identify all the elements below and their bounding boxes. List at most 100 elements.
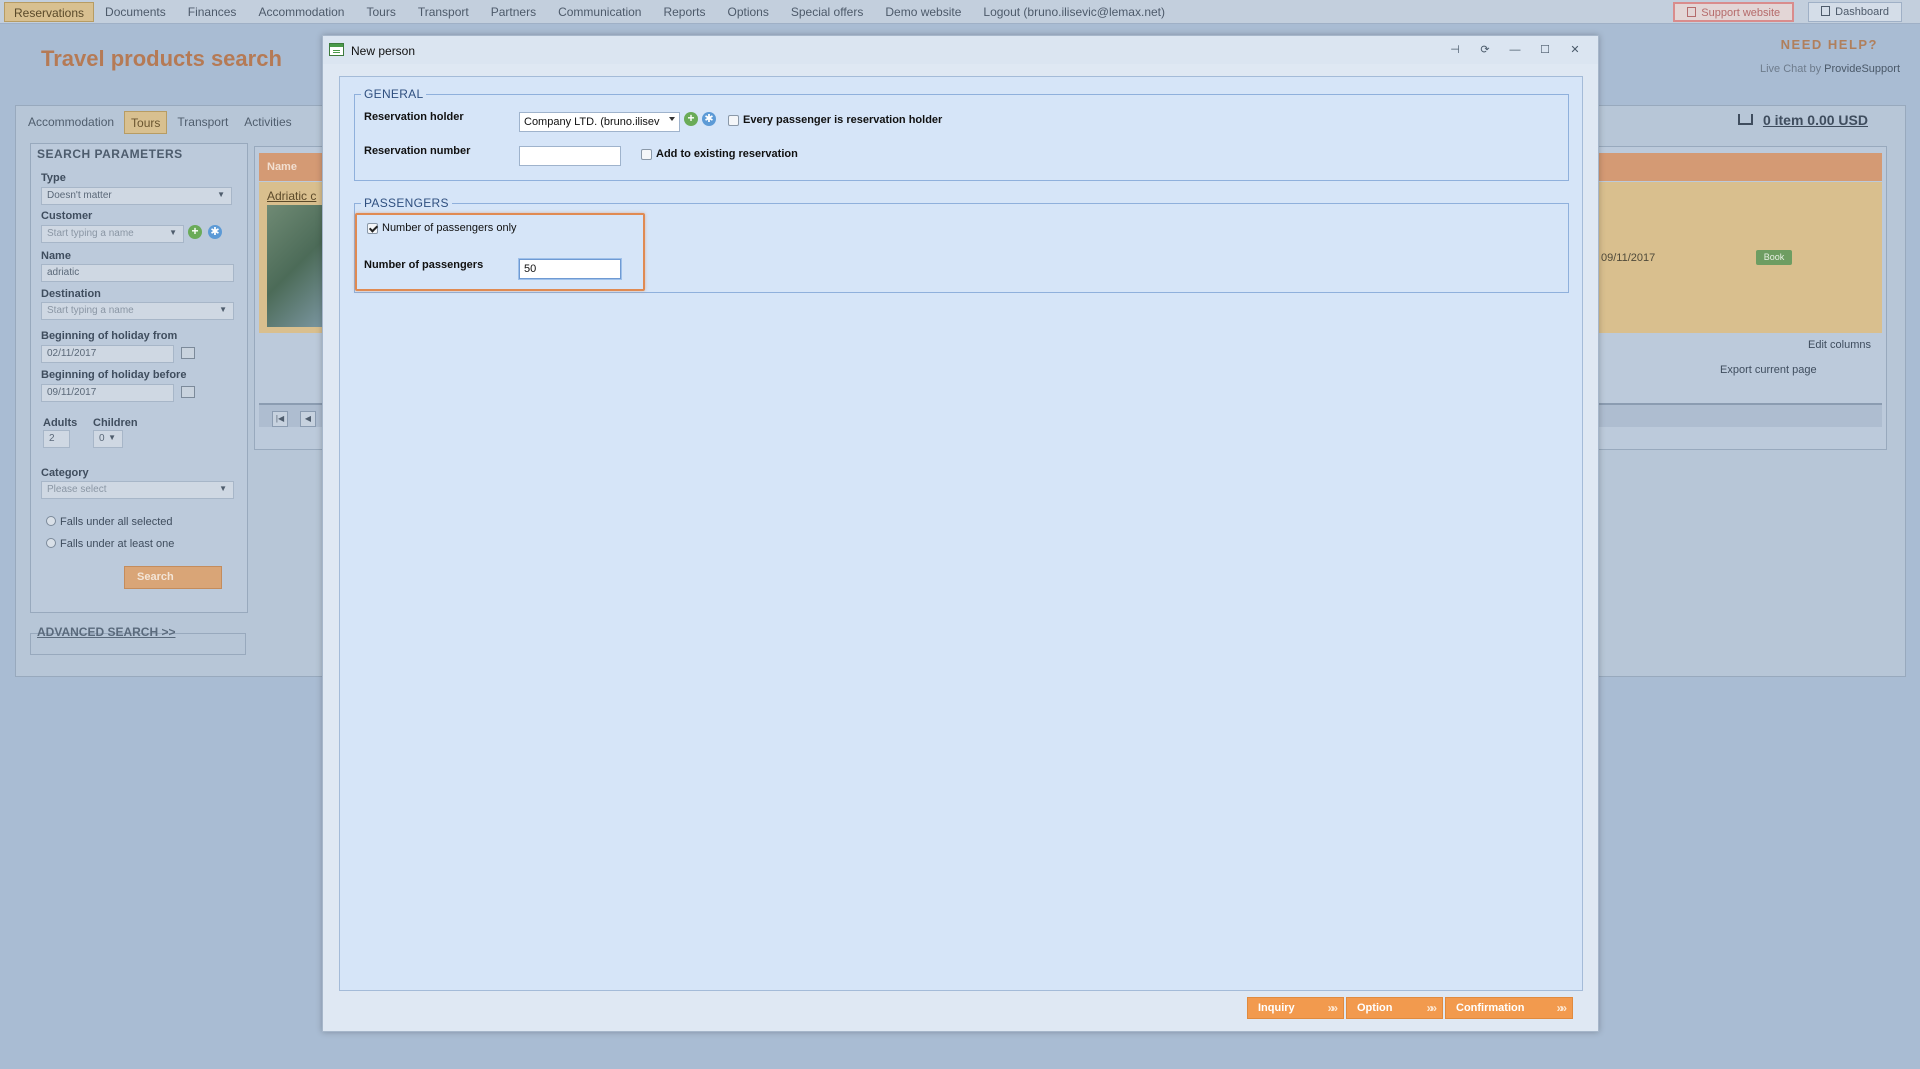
chevron-down-icon: ▼ <box>219 305 227 314</box>
cart-summary[interactable]: 0 item 0.00 USD <box>1737 112 1868 128</box>
reservation-number-input[interactable] <box>519 146 621 166</box>
chevron-down-icon: ▼ <box>108 433 116 442</box>
menu-accommodation[interactable]: Accommodation <box>247 2 355 22</box>
holiday-from-input[interactable]: 02/11/2017 <box>41 345 174 363</box>
name-label: Name <box>41 250 71 262</box>
category-select[interactable]: Please select ▼ <box>41 481 234 499</box>
result-date: 09/11/2017 <box>1601 252 1656 264</box>
checkbox-icon <box>728 114 739 126</box>
edit-columns-link[interactable]: Edit columns <box>1808 339 1871 351</box>
every-passenger-checkbox[interactable]: Every passenger is reservation holder <box>728 114 942 126</box>
cart-total: 0 item 0.00 USD <box>1762 112 1868 128</box>
settings-icon[interactable]: ✱ <box>208 225 222 239</box>
add-holder-icon[interactable]: + <box>684 112 698 126</box>
destination-label: Destination <box>41 288 101 300</box>
adults-input[interactable]: 2 <box>43 430 70 448</box>
need-help-heading: NEED HELP? <box>1780 37 1878 52</box>
type-label: Type <box>41 172 66 184</box>
result-name-link[interactable]: Adriatic c <box>267 189 316 203</box>
category-placeholder: Please select <box>47 484 107 495</box>
menu-documents[interactable]: Documents <box>94 2 177 22</box>
tab-transport[interactable]: Transport <box>171 111 234 134</box>
menu-options[interactable]: Options <box>717 2 780 22</box>
checkbox-icon <box>641 148 652 160</box>
first-page-icon[interactable]: |◀ <box>272 411 288 427</box>
customer-input[interactable]: Start typing a name ▼ <box>41 225 184 243</box>
radio-falls-under-all[interactable]: Falls under all selected <box>46 516 173 528</box>
inquiry-label: Inquiry <box>1258 1002 1295 1014</box>
calendar-icon[interactable] <box>181 347 195 359</box>
category-label: Category <box>41 467 89 479</box>
dialog-titlebar[interactable]: New person ⊣ ⟳ — ☐ ✕ <box>323 36 1598 64</box>
children-select[interactable]: 0 ▼ <box>93 430 123 448</box>
dashboard-label: Dashboard <box>1835 6 1889 18</box>
tab-accommodation[interactable]: Accommodation <box>22 111 120 134</box>
dashboard-button[interactable]: Dashboard <box>1808 2 1902 22</box>
calendar-icon[interactable] <box>181 386 195 398</box>
menu-demo-website[interactable]: Demo website <box>874 2 972 22</box>
window-icon <box>329 43 344 56</box>
menu-finances[interactable]: Finances <box>177 2 248 22</box>
cart-icon <box>1737 114 1753 125</box>
menu-partners[interactable]: Partners <box>480 2 547 22</box>
chevron-down-icon: ▼ <box>219 484 227 493</box>
general-legend: GENERAL <box>364 87 424 101</box>
general-section: GENERAL <box>354 87 1569 181</box>
minimize-icon[interactable]: — <box>1504 41 1526 59</box>
pin-icon[interactable]: ⊣ <box>1444 41 1466 59</box>
confirmation-label: Confirmation <box>1456 1002 1525 1014</box>
confirmation-button[interactable]: Confirmation »» <box>1445 997 1573 1019</box>
action-buttons: Inquiry »» Option »» Confirmation »» <box>1247 997 1573 1019</box>
name-input[interactable]: adriatic <box>41 264 234 282</box>
new-person-dialog: New person ⊣ ⟳ — ☐ ✕ GENERAL Reservation… <box>322 35 1599 1032</box>
tab-tours[interactable]: Tours <box>124 111 168 134</box>
radio-falls-under-one-label: Falls under at least one <box>60 538 175 550</box>
live-chat-credit[interactable]: Live Chat by ProvideSupport <box>1760 63 1900 75</box>
passenger-highlight-frame <box>355 213 645 291</box>
close-icon[interactable]: ✕ <box>1564 41 1586 59</box>
add-customer-icon[interactable]: + <box>188 225 202 239</box>
prev-page-icon[interactable]: ◀ <box>300 411 316 427</box>
option-button[interactable]: Option »» <box>1346 997 1443 1019</box>
holiday-before-input[interactable]: 09/11/2017 <box>41 384 174 402</box>
double-chevron-icon: »» <box>1556 1001 1568 1015</box>
live-chat-prefix: Live Chat by <box>1759 63 1822 75</box>
book-button[interactable]: Book <box>1756 250 1792 265</box>
children-label: Children <box>93 417 138 429</box>
radio-falls-under-one[interactable]: Falls under at least one <box>46 538 174 550</box>
menu-logout[interactable]: Logout (bruno.ilisevic@lemax.net) <box>972 2 1176 22</box>
reservation-holder-select[interactable]: Company LTD. (bruno.ilisev <box>519 112 680 132</box>
menu-communication[interactable]: Communication <box>547 2 652 22</box>
settings-icon[interactable]: ✱ <box>702 112 716 126</box>
reservation-holder-label: Reservation holder <box>364 111 464 123</box>
reservation-number-label: Reservation number <box>364 145 471 157</box>
live-chat-brand: ProvideSupport <box>1824 63 1900 75</box>
menu-reports[interactable]: Reports <box>652 2 716 22</box>
export-current-page[interactable]: Export current page <box>1720 364 1817 376</box>
search-button[interactable]: Search <box>124 566 222 589</box>
result-thumbnail[interactable] <box>267 205 327 327</box>
support-website-button[interactable]: Support website <box>1673 2 1795 22</box>
export-current-page-label: Export current page <box>1720 364 1817 376</box>
reservation-holder-value: Company LTD. (bruno.ilisev <box>524 116 660 128</box>
advanced-search-link[interactable]: ADVANCED SEARCH >> <box>37 625 175 639</box>
maximize-icon[interactable]: ☐ <box>1534 41 1556 59</box>
product-tabs: Accommodation Tours Transport Activities <box>22 111 298 134</box>
tab-activities[interactable]: Activities <box>238 111 297 134</box>
menu-transport[interactable]: Transport <box>407 2 480 22</box>
type-value: Doesn't matter <box>47 190 112 201</box>
menu-tours[interactable]: Tours <box>355 2 406 22</box>
adults-label: Adults <box>43 417 78 429</box>
holiday-before-label: Beginning of holiday before <box>41 369 187 381</box>
menu-special-offers[interactable]: Special offers <box>780 2 875 22</box>
destination-input[interactable]: Start typing a name ▼ <box>41 302 234 320</box>
add-to-existing-checkbox[interactable]: Add to existing reservation <box>641 148 798 160</box>
double-chevron-icon: »» <box>1426 1001 1438 1015</box>
customer-placeholder: Start typing a name <box>47 228 134 239</box>
menu-reservations[interactable]: Reservations <box>4 1 95 22</box>
top-menu: Reservations Documents Finances Accommod… <box>0 0 1920 24</box>
inquiry-button[interactable]: Inquiry »» <box>1247 997 1344 1019</box>
refresh-icon[interactable]: ⟳ <box>1474 41 1496 59</box>
children-value: 0 <box>99 433 105 444</box>
type-select[interactable]: Doesn't matter ▼ <box>41 187 232 205</box>
